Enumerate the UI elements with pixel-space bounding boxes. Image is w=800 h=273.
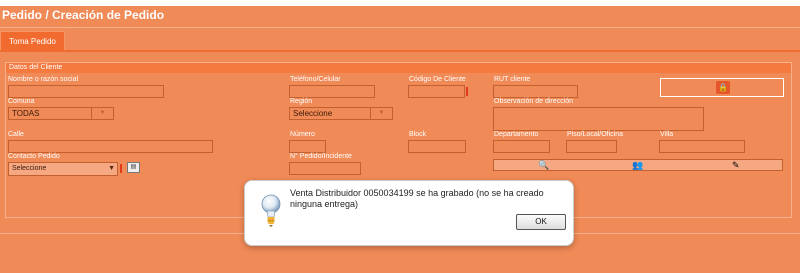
panel-title: Datos del Cliente <box>6 63 791 73</box>
comuna-select[interactable]: TODAS ▼ <box>8 107 114 120</box>
pedido-incidente-field[interactable] <box>289 162 361 175</box>
label-comuna: Comuna <box>8 98 35 105</box>
rut-field[interactable] <box>493 85 578 98</box>
chevron-down-icon: ▼ <box>108 165 115 172</box>
tab-divider <box>0 50 800 52</box>
label-block: Block <box>409 131 427 138</box>
chevron-down-icon: ▼ <box>91 108 113 119</box>
telefono-field[interactable] <box>289 85 375 98</box>
piso-field[interactable] <box>566 140 617 153</box>
label-departamento: Departamento <box>494 131 539 138</box>
label-region: Región <box>290 98 313 105</box>
label-observacion: Observación de dirección <box>494 98 573 105</box>
lock-icon: 🔒 <box>716 81 730 94</box>
page-title: Pedido / Creación de Pedido <box>2 8 165 22</box>
comuna-value: TODAS <box>12 109 40 118</box>
label-villa: Villa <box>660 131 674 138</box>
lock-button[interactable]: 🔒 <box>660 78 784 97</box>
departamento-field[interactable] <box>493 140 550 153</box>
dialog-message: Venta Distribuidor 0050034199 se ha grab… <box>290 188 544 209</box>
numero-field[interactable] <box>289 140 326 153</box>
user-search-icon[interactable]: 🔍 <box>538 160 549 171</box>
nombre-field[interactable] <box>8 85 164 98</box>
label-codigo: Código De Cliente <box>409 76 466 83</box>
label-rut: RUT cliente <box>494 76 531 83</box>
observacion-textarea[interactable] <box>493 107 704 131</box>
region-value: Seleccione <box>293 109 333 118</box>
tab-toma-pedido[interactable]: Toma Pedido <box>0 31 65 50</box>
codigo-cliente-field[interactable] <box>408 85 465 98</box>
contacto-value: Seleccione <box>12 165 47 172</box>
user-group-icon[interactable]: 👥 <box>632 160 643 171</box>
user-edit-icon[interactable]: ✎ <box>732 160 740 171</box>
required-marker <box>120 164 122 173</box>
info-dialog: Venta Distribuidor 0050034199 se ha grab… <box>244 180 574 246</box>
label-calle: Calle <box>8 131 24 138</box>
label-numero: Número <box>290 131 315 138</box>
region-select[interactable]: Seleccione ▼ <box>289 107 393 120</box>
title-divider <box>0 27 800 28</box>
top-strip <box>0 0 800 6</box>
chevron-down-icon: ▼ <box>370 108 392 119</box>
client-actions-bar: 🔍 👥 ✎ <box>493 159 783 171</box>
block-field[interactable] <box>408 140 466 153</box>
villa-field[interactable] <box>659 140 745 153</box>
label-nombre: Nombre o razón social <box>8 76 79 83</box>
calle-field[interactable] <box>8 140 213 153</box>
required-marker <box>466 87 468 96</box>
lightbulb-icon <box>261 194 281 227</box>
label-contacto: Contacto Pedido <box>8 153 60 160</box>
label-telefono: Teléfono/Celular <box>290 76 341 83</box>
ok-button[interactable]: OK <box>516 214 566 230</box>
label-pedido-incidente: N° Pedido/Incidente <box>290 153 352 160</box>
calendar-icon[interactable]: ▤ <box>127 162 140 173</box>
contacto-select[interactable]: Seleccione ▼ <box>8 162 118 176</box>
label-piso: Piso/Local/Oficina <box>567 131 624 138</box>
